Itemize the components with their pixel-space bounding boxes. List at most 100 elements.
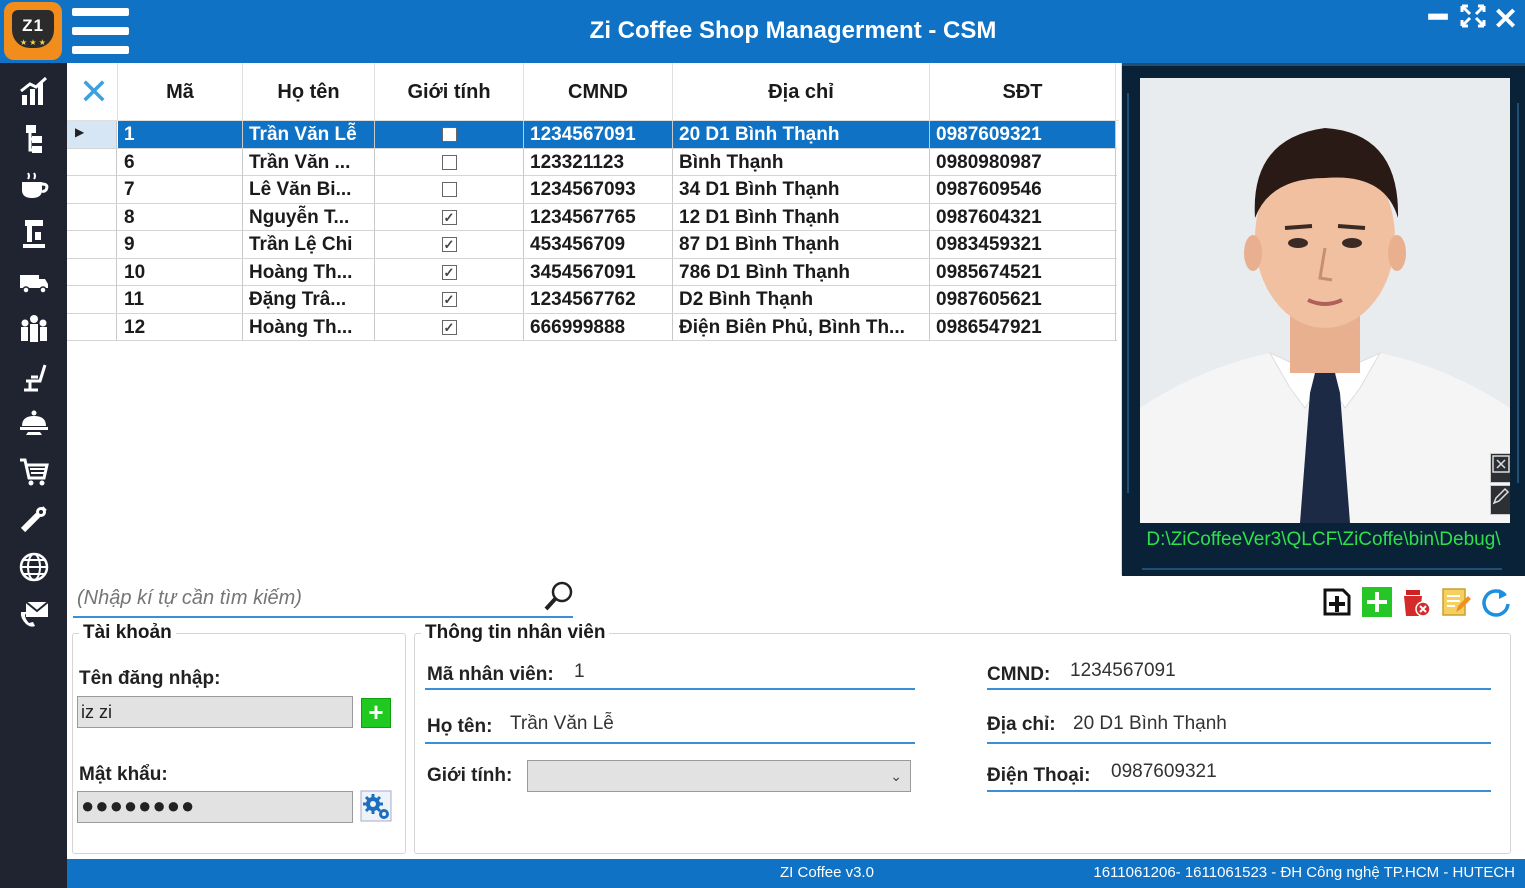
cell-sdt[interactable]: 0983459321 [930, 231, 1116, 258]
refresh-button[interactable] [1480, 586, 1512, 618]
cell-diachi[interactable]: 786 D1 Bình Thạnh [673, 258, 930, 286]
chair-icon[interactable] [16, 361, 52, 397]
row-header[interactable] [67, 203, 117, 231]
cell-diachi[interactable]: D2 Bình Thạnh [673, 286, 930, 313]
cell-ma[interactable]: 1 [118, 121, 243, 148]
cell-hoten[interactable]: Lê Văn Bi... [243, 176, 375, 203]
password-settings-button[interactable] [360, 790, 392, 822]
cell-ma[interactable]: 11 [118, 286, 243, 313]
row-header[interactable] [67, 286, 117, 313]
row-header[interactable]: ▶ [67, 121, 117, 148]
cell-ma[interactable]: 10 [118, 258, 243, 286]
mail-phone-icon[interactable] [16, 598, 52, 634]
cell-hoten[interactable]: Hoàng Th... [243, 258, 375, 286]
search-input[interactable] [77, 584, 527, 612]
row-header[interactable] [67, 313, 117, 341]
cell-ma[interactable]: 7 [118, 176, 243, 203]
dish-icon[interactable] [16, 408, 52, 444]
bar-chart-icon[interactable] [16, 75, 52, 111]
delete-button[interactable] [1400, 586, 1432, 618]
cell-cmnd[interactable]: 666999888 [524, 313, 673, 341]
column-header-sdt[interactable]: SĐT [930, 63, 1116, 121]
cell-cmnd[interactable]: 123321123 [524, 148, 673, 176]
cell-ma[interactable]: 6 [118, 148, 243, 176]
cell-cmnd[interactable]: 1234567765 [524, 203, 673, 231]
row-header[interactable] [67, 176, 117, 203]
table-row[interactable]: 6 Trần Văn ... 123321123 Bình Thạnh 09809809… [67, 148, 1117, 176]
table-row[interactable]: 12 Hoàng Th... ✓ 666999888 Điện Biên Phủ, Bì… [67, 313, 1117, 341]
cell-sdt[interactable]: 0987604321 [930, 203, 1116, 231]
cell-hoten[interactable]: Nguyễn T... [243, 203, 375, 231]
add-button[interactable] [1361, 586, 1393, 618]
table-row[interactable]: 7 Lê Văn Bi... 1234567093 34 D1 Bình Thạnh 0… [67, 176, 1117, 204]
gender-checkbox-cell[interactable]: ✓ [375, 203, 524, 231]
cell-cmnd[interactable]: 3454567091 [524, 258, 673, 286]
cell-diachi[interactable]: Bình Thạnh [673, 148, 930, 176]
edit-photo-button[interactable] [1490, 485, 1510, 515]
username-field[interactable]: iz zi [77, 696, 353, 728]
cart-icon[interactable] [16, 456, 52, 492]
cell-sdt[interactable]: 0987609321 [930, 121, 1116, 148]
add-new-button[interactable] [1321, 586, 1353, 618]
gender-checkbox-cell[interactable]: ✓ [375, 313, 524, 341]
table-row[interactable]: 8 Nguyễn T... ✓ 1234567765 12 D1 Bình Thạnh 0… [67, 203, 1117, 231]
checkbox-checked[interactable]: ✓ [441, 292, 457, 307]
coffee-machine-icon[interactable] [16, 218, 52, 254]
row-header[interactable] [67, 231, 117, 258]
checkbox-checked[interactable]: ✓ [441, 237, 457, 252]
people-icon[interactable] [16, 313, 52, 349]
cmnd-value[interactable]: 1234567091 [1070, 660, 1176, 682]
maximize-button[interactable] [1460, 4, 1486, 35]
cell-hoten[interactable]: Đặng Trâ... [243, 286, 375, 313]
gender-checkbox-cell[interactable] [375, 148, 524, 176]
close-button[interactable]: ✕ [1493, 2, 1518, 37]
cell-diachi[interactable]: 87 D1 Bình Thạnh [673, 231, 930, 258]
minimize-button[interactable]: ━ [1429, 0, 1447, 35]
cell-sdt[interactable]: 0985674521 [930, 258, 1116, 286]
password-field[interactable]: ●●●●●●●● [77, 791, 353, 823]
tools-icon[interactable] [16, 503, 52, 539]
employee-id-value[interactable]: 1 [574, 661, 585, 683]
checkbox-checked[interactable]: ✓ [441, 209, 457, 225]
gender-checkbox-cell[interactable]: ✓ [375, 231, 524, 258]
column-header-gioitinh[interactable]: Giới tính [375, 63, 524, 121]
edit-button[interactable] [1440, 586, 1472, 618]
hierarchy-icon[interactable] [16, 123, 52, 159]
row-header[interactable] [67, 148, 117, 176]
cell-hoten[interactable]: Trần Lệ Chi [243, 231, 375, 258]
cell-cmnd[interactable]: 1234567091 [524, 121, 673, 148]
cell-ma[interactable]: 9 [118, 231, 243, 258]
cell-hoten[interactable]: Trần Văn ... [243, 148, 375, 176]
gender-checkbox-cell[interactable]: ✓ [375, 286, 524, 313]
cell-diachi[interactable]: Điện Biên Phủ, Bình Th... [673, 313, 930, 341]
gender-checkbox-cell[interactable] [375, 121, 524, 148]
hamburger-menu-icon[interactable] [72, 8, 130, 54]
checkbox-checked[interactable]: ✓ [441, 264, 457, 280]
checkbox-unchecked[interactable] [441, 154, 457, 170]
checkbox-checked[interactable]: ✓ [441, 319, 457, 335]
gender-select[interactable]: ⌄ [527, 760, 911, 792]
table-row[interactable]: ▶ 1 Trần Văn Lễ 1234567091 20 D1 Bình Thạnh 0… [67, 121, 1117, 149]
search-icon[interactable] [543, 580, 575, 612]
cell-sdt[interactable]: 0987605621 [930, 286, 1116, 313]
cell-sdt[interactable]: 0986547921 [930, 313, 1116, 341]
coffee-cup-icon[interactable] [16, 170, 52, 206]
column-header-diachi[interactable]: Địa chỉ [673, 63, 930, 121]
gender-checkbox-cell[interactable]: ✓ [375, 258, 524, 286]
cell-ma[interactable]: 12 [118, 313, 243, 341]
table-row[interactable]: 11 Đặng Trâ... ✓ 1234567762 D2 Bình Thạnh 098… [67, 286, 1117, 314]
column-header-cmnd[interactable]: CMND [524, 63, 673, 121]
globe-icon[interactable] [16, 551, 52, 587]
column-header-hoten[interactable]: Họ tên [243, 63, 375, 121]
cell-hoten[interactable]: Trần Văn Lễ [243, 121, 375, 148]
address-value[interactable]: 20 D1 Bình Thạnh [1073, 713, 1227, 735]
cell-sdt[interactable]: 0987609546 [930, 176, 1116, 203]
row-header[interactable] [67, 258, 117, 286]
column-header-ma[interactable]: Mã [118, 63, 243, 121]
phone-value[interactable]: 0987609321 [1111, 761, 1217, 783]
cell-cmnd[interactable]: 1234567762 [524, 286, 673, 313]
add-account-button[interactable]: + [361, 698, 391, 728]
truck-icon[interactable] [16, 266, 52, 302]
table-row[interactable]: 10 Hoàng Th... ✓ 3454567091 786 D1 Bình Thạn… [67, 258, 1117, 286]
cell-hoten[interactable]: Hoàng Th... [243, 313, 375, 341]
